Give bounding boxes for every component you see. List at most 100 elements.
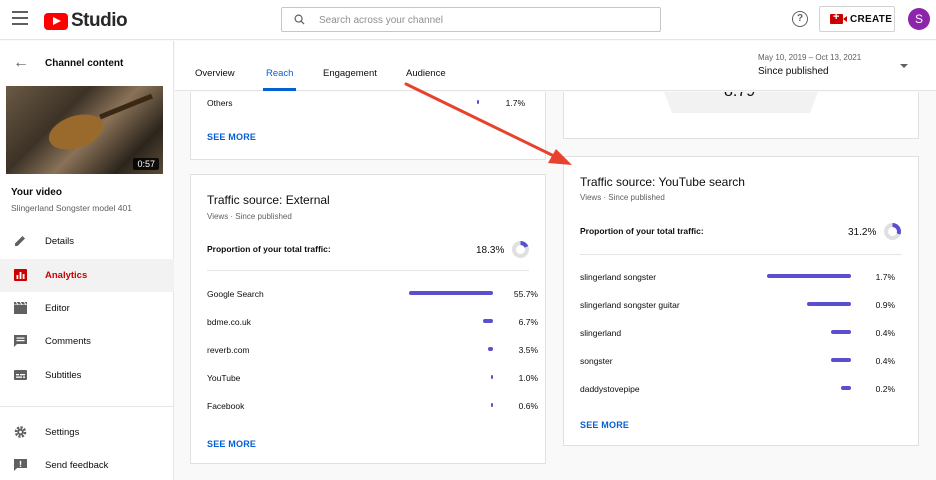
proportion-label: Proportion of your total traffic: xyxy=(580,226,704,236)
video-duration: 0:57 xyxy=(133,158,159,170)
thumbnail-guitar-neck xyxy=(99,93,153,120)
avatar[interactable]: S xyxy=(908,8,930,30)
row-pct: 55.7% xyxy=(513,289,538,299)
youtube-logo-icon xyxy=(44,12,68,30)
row-bar xyxy=(409,291,493,295)
date-range-label: Since published xyxy=(758,66,829,77)
tab-engagement[interactable]: Engagement xyxy=(323,68,377,79)
tab-overview[interactable]: Overview xyxy=(195,68,235,79)
proportion-donut xyxy=(512,241,529,258)
gear-icon xyxy=(14,426,27,438)
row-pct: 6.7% xyxy=(518,317,538,327)
row-label: YouTube xyxy=(207,373,241,383)
sidebar-item-details[interactable]: Details xyxy=(0,225,174,258)
sidebar-item-settings[interactable]: Settings xyxy=(0,416,174,449)
card-title: Traffic source: YouTube search xyxy=(580,175,745,189)
see-more-link[interactable]: SEE MORE xyxy=(207,439,256,449)
proportion-donut xyxy=(884,223,901,240)
row-pct: 1.7% xyxy=(875,272,895,282)
logo-text: Studio xyxy=(71,10,128,31)
back-to-channel-content[interactable]: ← Channel content xyxy=(0,51,174,75)
row-pct: 0.2% xyxy=(875,384,895,394)
subtitles-icon xyxy=(14,370,27,380)
sidebar-item-comments[interactable]: Comments xyxy=(0,325,174,358)
help-icon[interactable]: ? xyxy=(792,11,808,27)
row-bar xyxy=(491,375,493,379)
row-bar xyxy=(841,386,851,390)
date-range-picker[interactable]: May 10, 2019 – Oct 13, 2021 Since publis… xyxy=(758,53,918,81)
active-tab-indicator xyxy=(263,88,296,91)
row-pct: 3.5% xyxy=(518,345,538,355)
row-bar xyxy=(767,274,851,278)
tab-audience[interactable]: Audience xyxy=(406,68,446,79)
sidebar-item-label: Send feedback xyxy=(45,460,109,471)
hamburger-menu-icon[interactable] xyxy=(12,11,28,25)
video-title: Slingerland Songster model 401 xyxy=(11,203,132,213)
analytics-tabs-bar: Overview Reach Engagement Audience May 1… xyxy=(175,41,936,91)
sidebar-item-label: Comments xyxy=(45,336,91,347)
row-bar xyxy=(477,100,479,104)
pencil-icon xyxy=(15,236,25,246)
search-icon xyxy=(294,14,305,25)
studio-logo[interactable]: Studio xyxy=(44,10,128,32)
row-label: Facebook xyxy=(207,401,245,411)
row-pct: 0.6% xyxy=(518,401,538,411)
row-label: reverb.com xyxy=(207,345,250,355)
see-more-link[interactable]: SEE MORE xyxy=(580,420,629,430)
proportion-value: 31.2% xyxy=(848,227,877,238)
feedback-icon xyxy=(14,459,27,471)
sidebar-item-send-feedback[interactable]: Send feedback xyxy=(0,449,174,480)
row-bar xyxy=(807,302,851,306)
traffic-external-card: Traffic source: External Views · Since p… xyxy=(190,174,546,464)
traffic-youtube-search-card: Traffic source: YouTube search Views · S… xyxy=(563,156,919,446)
create-label: CREATE xyxy=(850,13,893,25)
comment-icon xyxy=(14,335,27,347)
row-pct: 1.7% xyxy=(505,98,525,108)
row-label: Others xyxy=(207,98,233,108)
back-arrow-icon: ← xyxy=(13,54,29,71)
sidebar: ← Channel content 0:57 Your video Slinge… xyxy=(0,41,174,480)
sidebar-item-analytics[interactable]: Analytics xyxy=(0,259,174,292)
card-separator xyxy=(580,254,902,255)
sidebar-divider xyxy=(0,406,174,407)
see-more-link[interactable]: SEE MORE xyxy=(207,132,256,142)
row-bar xyxy=(488,347,493,351)
sidebar-item-editor[interactable]: Editor xyxy=(0,292,174,325)
search-box[interactable] xyxy=(281,7,661,32)
video-thumbnail[interactable]: 0:57 xyxy=(6,86,163,174)
row-label: bdme.co.uk xyxy=(207,317,251,327)
sidebar-item-label: Details xyxy=(45,236,75,247)
card-subtitle: Views · Since published xyxy=(207,212,292,221)
sidebar-item-label: Subtitles xyxy=(45,370,82,381)
create-button[interactable]: CREATE xyxy=(819,6,895,32)
row-pct: 1.0% xyxy=(518,373,538,383)
card-title: Traffic source: External xyxy=(207,193,330,207)
analytics-icon xyxy=(14,269,27,281)
proportion-label: Proportion of your total traffic: xyxy=(207,244,331,254)
row-pct: 0.4% xyxy=(875,356,895,366)
search-input[interactable] xyxy=(319,11,649,29)
top-right-card: 8.79 xyxy=(563,92,919,139)
sidebar-item-label: Settings xyxy=(45,427,80,438)
create-video-icon xyxy=(830,11,847,24)
row-label: slingerland xyxy=(580,328,622,338)
top-bar: Studio ? CREATE S xyxy=(0,0,936,40)
row-label: daddystovepipe xyxy=(580,384,640,394)
date-range-text: May 10, 2019 – Oct 13, 2021 xyxy=(758,53,862,62)
row-bar xyxy=(483,319,493,323)
row-pct: 0.9% xyxy=(875,300,895,310)
sidebar-item-label: Analytics xyxy=(45,270,88,281)
back-label: Channel content xyxy=(45,58,124,69)
proportion-value: 18.3% xyxy=(476,245,505,256)
clapperboard-icon xyxy=(14,301,27,314)
main-content: Others 1.7% SEE MORE 8.79 Traffic source… xyxy=(175,92,936,480)
tab-reach[interactable]: Reach xyxy=(266,68,293,79)
row-label: slingerland songster xyxy=(580,272,657,282)
chevron-down-icon xyxy=(900,64,908,68)
metric-value: 8.79 xyxy=(724,92,755,101)
row-label: slingerland songster guitar xyxy=(580,300,680,310)
top-left-card: Others 1.7% SEE MORE xyxy=(190,92,546,160)
sidebar-item-subtitles[interactable]: Subtitles xyxy=(0,359,174,392)
your-video-label: Your video xyxy=(11,187,62,198)
row-bar xyxy=(831,330,851,334)
